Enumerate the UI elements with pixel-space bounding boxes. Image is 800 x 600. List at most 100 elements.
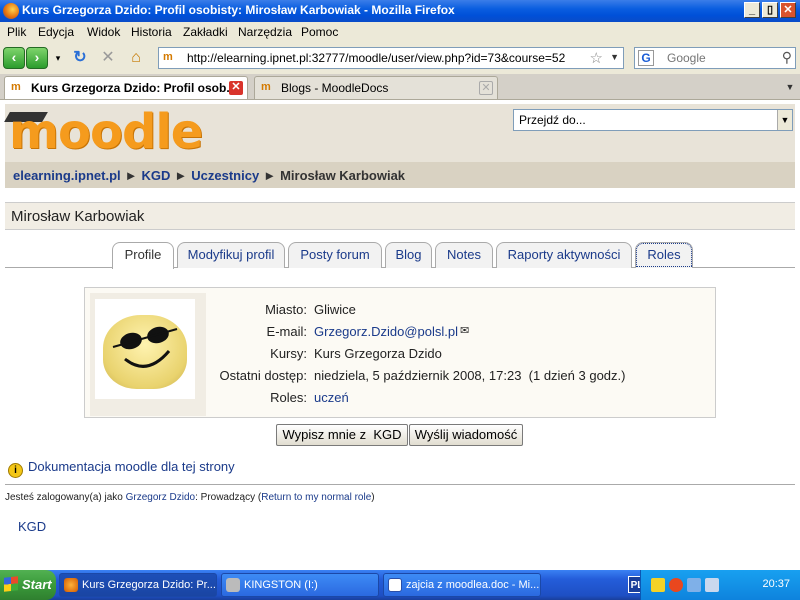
close-tab-icon[interactable]: ✕: [229, 81, 243, 95]
windows-logo-icon: [4, 576, 18, 592]
tab-profile[interactable]: Profile: [112, 242, 174, 269]
taskbar-item-kingston[interactable]: KINGSTON (I:): [221, 573, 379, 597]
search-icon[interactable]: ⚲: [782, 49, 792, 66]
menu-tools[interactable]: Narzędzia: [238, 25, 292, 39]
tab-blog[interactable]: Blog: [385, 242, 432, 268]
firefox-icon: [64, 578, 78, 592]
browser-tab-active[interactable]: m Kurs Grzegorza Dzido: Profil osob... ✕: [4, 76, 248, 99]
menu-edit[interactable]: Edycja: [38, 25, 74, 39]
window-title: Kurs Grzegorza Dzido: Profil osobisty: M…: [22, 3, 455, 17]
page-content: moodle Przejdź do... ▼ elearning.ipnet.p…: [0, 100, 800, 570]
tab-list-dropdown-icon[interactable]: ▼: [780, 76, 800, 99]
profile-tabs: Profile Modyfikuj profil Posty forum Blo…: [5, 242, 795, 269]
breadcrumb-site[interactable]: elearning.ipnet.pl: [13, 168, 121, 183]
breadcrumb-separator: ►: [174, 168, 188, 183]
field-label: Kursy:: [270, 346, 307, 361]
breadcrumb: elearning.ipnet.pl ► KGD ► Uczestnicy ► Mirosł…: [13, 168, 405, 183]
taskbar-item-label: Kurs Grzegorza Dzido: Pr...: [82, 579, 216, 591]
moodle-favicon-icon: m: [11, 81, 21, 93]
moodle-logo[interactable]: moodle: [9, 104, 203, 160]
browser-tab[interactable]: m Blogs - MoodleDocs ✕: [254, 76, 498, 99]
taskbar-item-label: KINGSTON (I:): [244, 579, 318, 591]
return-role-link[interactable]: Return to my normal role: [261, 492, 371, 503]
stop-icon[interactable]: ✕: [98, 49, 118, 67]
url-text: http://elearning.ipnet.pl:32777/moodle/u…: [187, 51, 566, 65]
tray-volume-icon[interactable]: [705, 578, 719, 592]
close-tab-icon[interactable]: ✕: [479, 81, 493, 95]
maximize-button[interactable]: ▯: [762, 2, 778, 18]
course-home-link[interactable]: KGD: [18, 519, 46, 534]
tray-security-icon[interactable]: [669, 578, 683, 592]
login-prefix: Jesteś zalogowany(a) jako: [5, 492, 123, 503]
page-title-bar: Mirosław Karbowiak: [5, 202, 795, 230]
tab-edit-profile[interactable]: Modyfikuj profil: [177, 242, 285, 268]
url-bar[interactable]: m http://elearning.ipnet.pl:32777/moodle…: [158, 47, 624, 69]
breadcrumb-course[interactable]: KGD: [142, 168, 171, 183]
url-dropdown-icon[interactable]: ▼: [610, 52, 619, 62]
field-label: Miasto:: [265, 302, 307, 317]
site-header: moodle Przejdź do... ▼: [4, 104, 795, 162]
menu-help[interactable]: Pomoc: [301, 25, 338, 39]
system-tray: 20:37: [640, 570, 800, 600]
profile-box: Miasto: Gliwice E-mail: Grzegorz.Dzido@p…: [84, 287, 716, 418]
field-value: Kurs Grzegorza Dzido: [314, 346, 442, 361]
menu-bookmarks[interactable]: Zakładki: [183, 25, 228, 39]
history-dropdown-icon[interactable]: ▾: [48, 49, 68, 67]
browser-tab-label: Blogs - MoodleDocs: [281, 81, 389, 95]
docs-link-row: i Dokumentacja moodle dla tej strony: [8, 459, 235, 478]
forward-button[interactable]: ›: [26, 47, 48, 69]
taskbar-item-word[interactable]: zajcia z moodlea.doc - Mi...: [383, 573, 541, 597]
google-icon[interactable]: G: [638, 50, 654, 66]
field-label: Roles:: [270, 390, 307, 405]
back-button[interactable]: ‹: [3, 47, 25, 69]
jump-to-value: Przejdź do...: [519, 113, 586, 127]
browser-tab-bar: m Kurs Grzegorza Dzido: Profil osob... ✕…: [0, 74, 800, 100]
tray-network-icon[interactable]: [687, 578, 701, 592]
menu-file[interactable]: Plik: [7, 25, 26, 39]
close-window-button[interactable]: ✕: [780, 2, 796, 18]
breadcrumb-current: Mirosław Karbowiak: [280, 168, 406, 183]
home-icon[interactable]: ⌂: [126, 49, 146, 67]
tray-app-icon[interactable]: [651, 578, 665, 592]
bookmark-star-icon[interactable]: ☆: [590, 49, 603, 67]
menu-history[interactable]: Historia: [131, 25, 172, 39]
field-label: Ostatni dostęp:: [219, 368, 307, 383]
info-icon: i: [8, 463, 23, 478]
search-input[interactable]: [667, 50, 777, 66]
menu-view[interactable]: Widok: [87, 25, 120, 39]
tab-notes[interactable]: Notes: [435, 242, 493, 268]
breadcrumb-separator: ►: [124, 168, 138, 183]
tab-forum-posts[interactable]: Posty forum: [288, 242, 382, 268]
field-label: E-mail:: [266, 324, 307, 339]
drive-icon: [226, 578, 240, 592]
email-link[interactable]: Grzegorz.Dzido@polsl.pl: [314, 324, 458, 339]
unenrol-button[interactable]: Wypisz mnie z KGD: [276, 424, 408, 446]
tab-activity-reports[interactable]: Raporty aktywności: [496, 242, 632, 268]
tab-roles[interactable]: Roles: [635, 242, 693, 268]
docs-link[interactable]: Dokumentacja moodle dla tej strony: [28, 459, 235, 474]
breadcrumb-bar: elearning.ipnet.pl ► KGD ► Uczestnicy ► Mirosł…: [5, 162, 795, 188]
chevron-down-icon[interactable]: ▼: [777, 110, 792, 130]
send-message-button[interactable]: Wyślij wiadomość: [409, 424, 523, 446]
moodle-favicon-icon: m: [163, 51, 173, 63]
field-value: niedziela, 5 październik 2008, 17:23 (1 …: [314, 368, 626, 383]
jump-to-select[interactable]: Przejdź do... ▼: [513, 109, 793, 131]
user-link[interactable]: Grzegorz Dzido: [126, 492, 195, 503]
breadcrumb-participants[interactable]: Uczestnicy: [191, 168, 259, 183]
menu-bar: Plik Edycja Widok Historia Zakładki Narz…: [0, 22, 800, 42]
windows-taskbar: Start Kurs Grzegorza Dzido: Pr... KINGST…: [0, 570, 800, 600]
role-text: : Prowadzący (: [195, 492, 262, 503]
role-link[interactable]: uczeń: [314, 390, 349, 405]
search-box[interactable]: G ⚲: [634, 47, 796, 69]
start-label: Start: [22, 577, 52, 592]
clock: 20:37: [762, 578, 790, 590]
browser-tab-label: Kurs Grzegorza Dzido: Profil osob...: [31, 81, 237, 95]
taskbar-item-firefox[interactable]: Kurs Grzegorza Dzido: Pr...: [59, 573, 217, 597]
minimize-button[interactable]: _: [744, 2, 760, 18]
window-titlebar[interactable]: Kurs Grzegorza Dzido: Profil osobisty: M…: [0, 0, 800, 22]
field-value: Gliwice: [314, 302, 356, 317]
start-button[interactable]: Start: [0, 570, 56, 600]
envelope-icon[interactable]: ✉: [460, 324, 469, 337]
divider: [5, 484, 795, 485]
reload-icon[interactable]: ↻: [70, 49, 90, 67]
